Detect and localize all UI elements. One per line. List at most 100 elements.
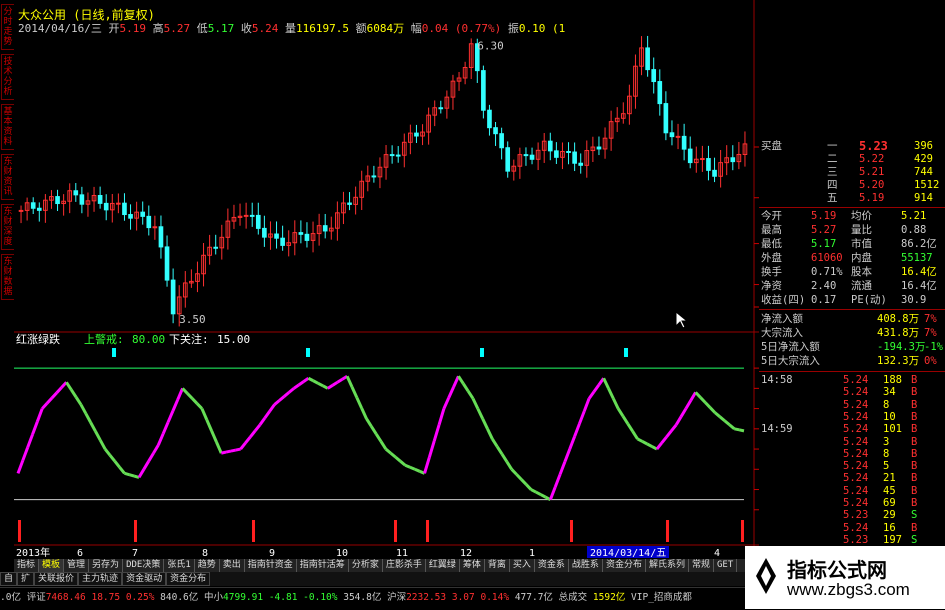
candle-body [712, 169, 717, 177]
left-tab-5[interactable]: 东财数据 [1, 254, 15, 300]
open-label: 开 [108, 22, 120, 35]
tick-side: S [911, 533, 918, 546]
indicator-tab[interactable]: 模板 [39, 559, 65, 572]
flow-value: 431.8万 [877, 327, 920, 339]
indicator-tab[interactable]: 指南针活筹 [297, 559, 349, 572]
candle-body [170, 279, 176, 315]
indicator-tab[interactable]: 背离 [485, 559, 510, 572]
candle-body [122, 202, 127, 216]
indicator-tab[interactable]: GET [714, 559, 738, 572]
total-label: 总成交 [558, 592, 588, 603]
quote-value: 0.88 [901, 224, 927, 236]
secondary-tab[interactable]: 资金分布 [166, 572, 211, 586]
candle-body [304, 233, 310, 241]
indicator-tab[interactable]: 资金系 [535, 559, 569, 572]
signal-bar [252, 520, 255, 542]
quote-value: 5.27 [811, 224, 837, 236]
order-volume: 429 [914, 153, 933, 165]
quote-value: 16.4亿 [901, 266, 937, 278]
order-book-row: 四 5.20 1512 [759, 179, 945, 192]
tick-volume: 188 [883, 374, 902, 386]
vip-text: VIP_招商成都 [631, 592, 692, 603]
signal-bar [134, 520, 137, 542]
tick-price: 5.24 [843, 521, 869, 534]
tick-row: 5.24 69 B [759, 497, 945, 510]
candle-body [249, 214, 255, 217]
left-tab-4[interactable]: 东财深度 [1, 204, 15, 250]
candle-body [706, 158, 711, 171]
quote-value: 0.71% [811, 266, 843, 278]
candle-body [36, 207, 42, 211]
indicator-tab[interactable]: 指标 [14, 559, 40, 572]
flow-value: -194.3万 [877, 341, 926, 353]
candle-body [18, 209, 24, 212]
indicator-tab-bar: 指标 模板 管理 另存为 DDE决策 张氏1 趋势 卖出 指南针资金 指南针活筹 分析家 庄影杀手 红翼… [14, 559, 745, 585]
tick-price: 5.24 [843, 497, 869, 509]
candle-body [103, 202, 109, 211]
candle-body [487, 109, 492, 129]
indicator-tab[interactable]: 红翼绿 [426, 559, 460, 572]
left-tab-3[interactable]: 东财资讯 [1, 154, 15, 200]
hs-value: 2232.53 [406, 592, 447, 603]
watermark: 指标公式网 www.zbgs3.com [745, 546, 945, 609]
tick-volume: 197 [883, 533, 902, 546]
left-tab-0[interactable]: 分时走势 [1, 4, 15, 50]
candle-body [414, 132, 419, 137]
indicator-tab[interactable]: 指南针资金 [245, 559, 297, 572]
quote-label: 今开 [761, 210, 782, 222]
candle-body [572, 151, 577, 164]
indicator-tab[interactable]: 分析家 [349, 559, 383, 572]
indicator-tab[interactable]: 买入 [510, 559, 535, 572]
order-price: 5.22 [859, 153, 885, 165]
candle-body [116, 202, 121, 205]
flow-row: 5日净流入额 -194.3万 -1% [759, 341, 945, 354]
indicator-tab[interactable]: 解氏系列 [646, 559, 689, 572]
secondary-tab[interactable]: 扩 [17, 572, 35, 586]
zx-amount: 354.8亿 [343, 592, 382, 603]
secondary-tab[interactable]: 主力轨迹 [78, 572, 123, 586]
indicator-tab[interactable]: 庄影杀手 [383, 559, 426, 572]
indicator-tab[interactable]: 战胜系 [569, 559, 603, 572]
quote-label: PE(动) [851, 294, 887, 306]
indicator-tab[interactable]: 趋势 [195, 559, 220, 572]
indicator-tab[interactable]: 另存为 [89, 559, 124, 572]
candle-body [645, 47, 650, 71]
indicator-tab[interactable]: DDE决策 [123, 559, 165, 572]
oscillator-segment [414, 467, 421, 473]
quote-row: 最低 5.17 市值 86.2亿 [759, 238, 945, 251]
left-tab-1[interactable]: 技术分析 [1, 54, 15, 100]
volume-value: 116197.5 [295, 22, 349, 35]
order-volume: 396 [914, 140, 933, 152]
tick-volume: 45 [883, 484, 896, 497]
indicator-tab[interactable]: 张氏1 [164, 559, 195, 572]
candle-body [128, 214, 133, 219]
alert-marker [112, 348, 116, 357]
order-volume: 1512 [914, 179, 940, 191]
tick-row: 5.24 45 B [759, 485, 945, 498]
indicator-tab[interactable]: 筹体 [460, 559, 485, 572]
indicator-tab[interactable]: 常规 [689, 559, 714, 572]
tick-price: 5.24 [843, 484, 869, 497]
quote-label: 净资 [761, 280, 782, 292]
tick-volume: 10 [883, 410, 896, 423]
indicator-tab[interactable]: 卖出 [220, 559, 245, 572]
tick-row: 5.24 21 B [759, 472, 945, 485]
candle-body [499, 133, 504, 149]
sh-change: 18.75 [91, 592, 121, 603]
tick-row: 5.23 29 S [759, 509, 945, 522]
quote-value: 55137 [901, 252, 933, 264]
secondary-tab[interactable]: 自 [0, 572, 18, 586]
flow-row: 大宗流入 431.8万 7% [759, 327, 945, 340]
zx-label: 中小 [204, 592, 224, 603]
left-tab-2[interactable]: 基本资料 [1, 104, 15, 150]
oscillator-segment [734, 427, 740, 432]
indicator-tab[interactable]: 资金分布 [603, 559, 646, 572]
secondary-tab[interactable]: 资金驱动 [122, 572, 167, 586]
panel-divider [759, 309, 945, 310]
secondary-tab[interactable]: 关联报价 [34, 572, 79, 586]
candle-body [529, 154, 535, 160]
indicator-tab[interactable]: 管理 [64, 559, 90, 572]
flow-label: 净流入额 [761, 313, 803, 325]
quote-row: 换手 0.71% 股本 16.4亿 [759, 266, 945, 279]
month-label: 1 [529, 548, 535, 559]
